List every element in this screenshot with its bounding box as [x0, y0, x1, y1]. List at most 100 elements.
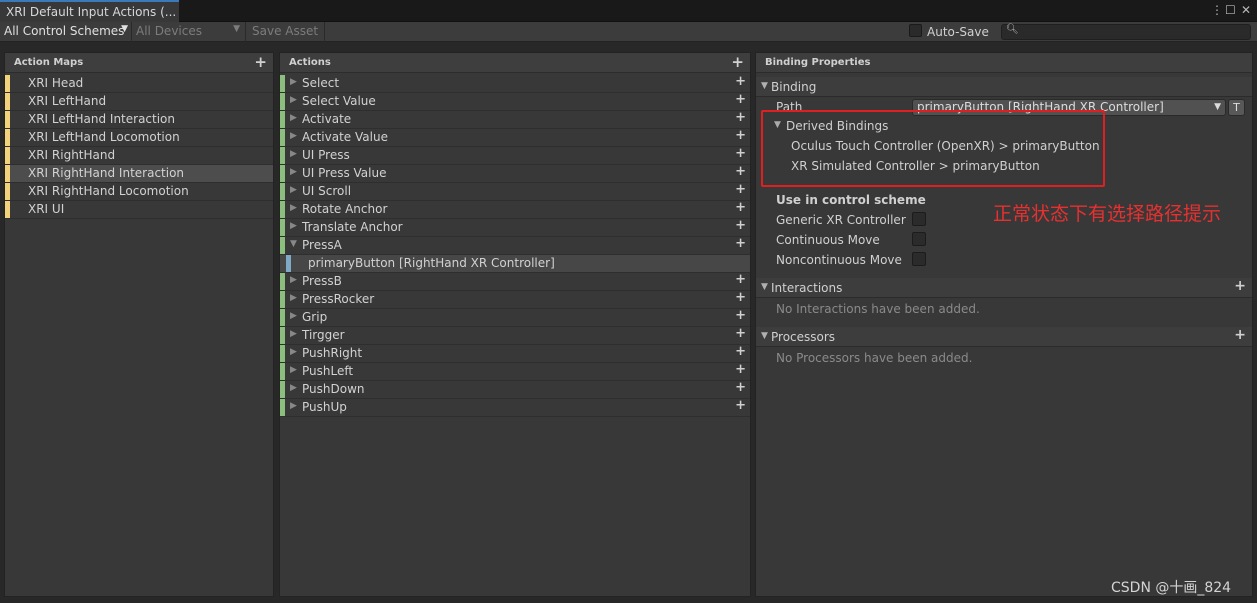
action-map-item[interactable]: XRI RightHand	[5, 147, 273, 165]
scheme-checkbox[interactable]	[912, 212, 926, 226]
action-map-item[interactable]: XRI RightHand Interaction	[5, 165, 273, 183]
action-item[interactable]: ▶ + PushUp	[280, 398, 750, 417]
foldout-collapsed-icon[interactable]: ▶	[290, 131, 297, 141]
interactions-title: Interactions	[771, 281, 843, 295]
add-interaction-icon[interactable]: +	[1234, 278, 1246, 294]
action-item[interactable]: ▶ + UI Scroll	[280, 182, 750, 201]
foldout-collapsed-icon[interactable]: ▶	[290, 149, 297, 159]
add-binding-icon[interactable]: +	[735, 290, 746, 305]
foldout-collapsed-icon[interactable]: ▶	[290, 185, 297, 195]
action-color-stripe	[280, 327, 285, 344]
save-asset-button[interactable]: Save Asset	[248, 23, 323, 41]
add-binding-icon[interactable]: +	[735, 74, 746, 89]
action-item[interactable]: ▶ + UI Press	[280, 146, 750, 165]
add-binding-icon[interactable]: +	[735, 164, 746, 179]
add-binding-icon[interactable]: +	[735, 380, 746, 395]
add-binding-icon[interactable]: +	[735, 200, 746, 215]
foldout-collapsed-icon[interactable]: ▶	[290, 275, 297, 285]
action-map-item[interactable]: XRI UI	[5, 201, 273, 219]
add-binding-icon[interactable]: +	[735, 326, 746, 341]
foldout-collapsed-icon[interactable]: ▶	[290, 203, 297, 213]
foldout-collapsed-icon[interactable]: ▶	[290, 347, 297, 357]
foldout-collapsed-icon[interactable]: ▶	[290, 311, 297, 321]
action-item[interactable]: ▶ + Rotate Anchor	[280, 200, 750, 219]
action-map-item[interactable]: XRI RightHand Locomotion	[5, 183, 273, 201]
add-action-icon[interactable]: +	[731, 53, 744, 71]
action-map-item[interactable]: XRI LeftHand Interaction	[5, 111, 273, 129]
add-binding-icon[interactable]: +	[735, 398, 746, 413]
action-item[interactable]: ▶ + Select	[280, 74, 750, 93]
add-processor-icon[interactable]: +	[1234, 327, 1246, 343]
action-item[interactable]: ▼ + PressA	[280, 236, 750, 255]
add-binding-icon[interactable]: +	[735, 362, 746, 377]
control-schemes-dropdown[interactable]: All Control Schemes ▼	[0, 23, 131, 41]
processors-section-header[interactable]: ▼ Processors +	[756, 327, 1252, 347]
window-tab[interactable]: XRI Default Input Actions (...	[0, 0, 179, 22]
scheme-label: Generic XR Controller	[776, 213, 906, 227]
add-binding-icon[interactable]: +	[735, 344, 746, 359]
action-item[interactable]: ▶ + PushLeft	[280, 362, 750, 381]
annotation-highlight-box	[761, 110, 1105, 187]
action-map-item[interactable]: XRI LeftHand	[5, 93, 273, 111]
foldout-collapsed-icon[interactable]: ▶	[290, 167, 297, 177]
action-label: UI Scroll	[302, 184, 352, 198]
auto-save-label: Auto-Save	[927, 25, 989, 39]
foldout-collapsed-icon[interactable]: ▶	[290, 113, 297, 123]
add-binding-icon[interactable]: +	[735, 236, 746, 251]
foldout-expanded-icon[interactable]: ▼	[290, 239, 297, 249]
action-item[interactable]: ▶ + Translate Anchor	[280, 218, 750, 237]
action-map-color-stripe	[5, 165, 10, 182]
action-item[interactable]: ▶ + PressRocker	[280, 290, 750, 309]
action-item[interactable]: ▶ + PushDown	[280, 380, 750, 399]
add-binding-icon[interactable]: +	[735, 146, 746, 161]
action-label: PressB	[302, 274, 342, 288]
action-map-item[interactable]: XRI Head	[5, 75, 273, 93]
toolbar-divider	[245, 22, 246, 42]
foldout-collapsed-icon[interactable]: ▶	[290, 365, 297, 375]
action-color-stripe	[280, 291, 285, 308]
add-action-map-icon[interactable]: +	[254, 53, 267, 71]
action-item[interactable]: ▶ + PushRight	[280, 344, 750, 363]
scheme-checkbox[interactable]	[912, 232, 926, 246]
action-map-item[interactable]: XRI LeftHand Locomotion	[5, 129, 273, 147]
action-item[interactable]: ▶ + Select Value	[280, 92, 750, 111]
text-mode-button[interactable]: T	[1228, 99, 1245, 116]
foldout-collapsed-icon[interactable]: ▶	[290, 77, 297, 87]
action-label: PushDown	[302, 382, 365, 396]
interactions-section-header[interactable]: ▼ Interactions +	[756, 278, 1252, 298]
devices-dropdown[interactable]: All Devices ▼	[132, 23, 243, 41]
search-input[interactable]: 🔍︎	[1001, 24, 1251, 40]
maximize-icon[interactable]: ☐	[1225, 3, 1236, 17]
action-color-stripe	[280, 309, 285, 326]
foldout-expanded-icon: ▼	[761, 81, 768, 91]
foldout-collapsed-icon[interactable]: ▶	[290, 401, 297, 411]
foldout-collapsed-icon[interactable]: ▶	[290, 329, 297, 339]
foldout-collapsed-icon[interactable]: ▶	[290, 221, 297, 231]
add-binding-icon[interactable]: +	[735, 128, 746, 143]
action-item[interactable]: ▶ + Tirgger	[280, 326, 750, 345]
foldout-collapsed-icon[interactable]: ▶	[290, 95, 297, 105]
binding-item[interactable]: primaryButton [RightHand XR Controller]	[280, 255, 750, 273]
close-icon[interactable]: ✕	[1241, 3, 1251, 17]
add-binding-icon[interactable]: +	[735, 218, 746, 233]
binding-section-header[interactable]: ▼ Binding	[756, 77, 1252, 97]
foldout-collapsed-icon[interactable]: ▶	[290, 293, 297, 303]
action-label: PushLeft	[302, 364, 354, 378]
action-label: PushRight	[302, 346, 363, 360]
action-map-color-stripe	[5, 147, 10, 164]
add-binding-icon[interactable]: +	[735, 272, 746, 287]
add-binding-icon[interactable]: +	[735, 92, 746, 107]
action-item[interactable]: ▶ + PressB	[280, 272, 750, 291]
action-item[interactable]: ▶ + Activate Value	[280, 128, 750, 147]
foldout-collapsed-icon[interactable]: ▶	[290, 383, 297, 393]
action-item[interactable]: ▶ + Activate	[280, 110, 750, 129]
action-color-stripe	[280, 129, 285, 146]
auto-save-checkbox[interactable]	[909, 24, 922, 37]
add-binding-icon[interactable]: +	[735, 308, 746, 323]
menu-icon[interactable]: ⋮	[1211, 3, 1223, 17]
add-binding-icon[interactable]: +	[735, 182, 746, 197]
action-item[interactable]: ▶ + UI Press Value	[280, 164, 750, 183]
scheme-checkbox[interactable]	[912, 252, 926, 266]
action-item[interactable]: ▶ + Grip	[280, 308, 750, 327]
add-binding-icon[interactable]: +	[735, 110, 746, 125]
